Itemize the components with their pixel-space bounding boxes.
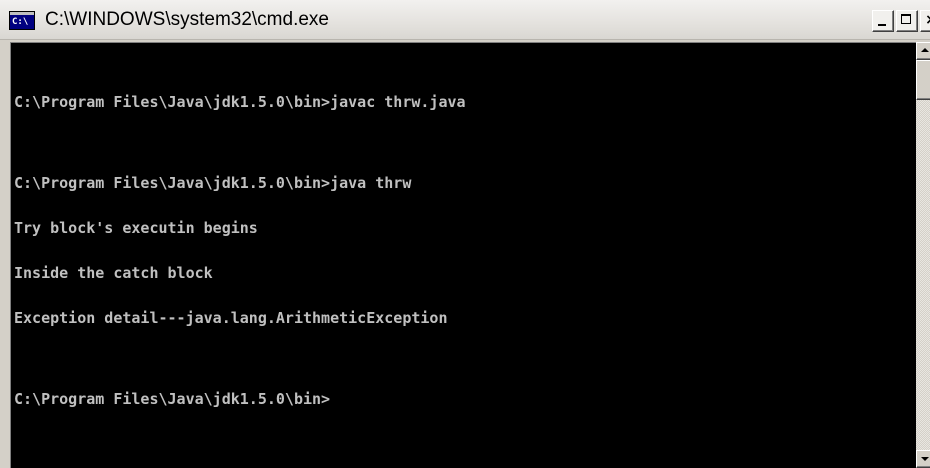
minimize-icon bbox=[878, 24, 886, 26]
window-title: C:\WINDOWS\system32\cmd.exe bbox=[45, 9, 329, 30]
scroll-up-button[interactable] bbox=[916, 42, 930, 60]
cmd-icon[interactable]: C:\ bbox=[9, 11, 35, 30]
console-prompt: C:\Program Files\Java\jdk1.5.0\bin> bbox=[14, 390, 331, 408]
cmd-window: C:\ C:\WINDOWS\system32\cmd.exe × C:\Pro… bbox=[0, 0, 930, 468]
close-button[interactable]: × bbox=[920, 10, 930, 32]
console-line: Try block's executin begins bbox=[14, 219, 258, 237]
vertical-scrollbar[interactable] bbox=[916, 42, 930, 468]
console-output[interactable]: C:\Program Files\Java\jdk1.5.0\bin>javac… bbox=[10, 42, 916, 468]
window-controls: × bbox=[872, 10, 930, 32]
console-text: C:\Program Files\Java\jdk1.5.0\bin>javac… bbox=[14, 65, 466, 437]
console-line: C:\Program Files\Java\jdk1.5.0\bin>javac… bbox=[14, 93, 466, 111]
scroll-thumb[interactable] bbox=[916, 60, 930, 100]
cmd-icon-text: C:\ bbox=[12, 17, 29, 27]
title-bar[interactable]: C:\ C:\WINDOWS\system32\cmd.exe × bbox=[0, 0, 930, 40]
maximize-button[interactable] bbox=[896, 10, 918, 32]
minimize-button[interactable] bbox=[872, 10, 894, 32]
arrow-down-icon bbox=[921, 457, 929, 461]
close-icon: × bbox=[925, 12, 930, 28]
maximize-icon bbox=[901, 14, 911, 24]
console-line: Exception detail---java.lang.ArithmeticE… bbox=[14, 309, 448, 327]
console-line: Inside the catch block bbox=[14, 264, 213, 282]
scroll-down-button[interactable] bbox=[916, 450, 930, 468]
arrow-up-icon bbox=[921, 48, 929, 52]
console-line: C:\Program Files\Java\jdk1.5.0\bin>java … bbox=[14, 174, 412, 192]
